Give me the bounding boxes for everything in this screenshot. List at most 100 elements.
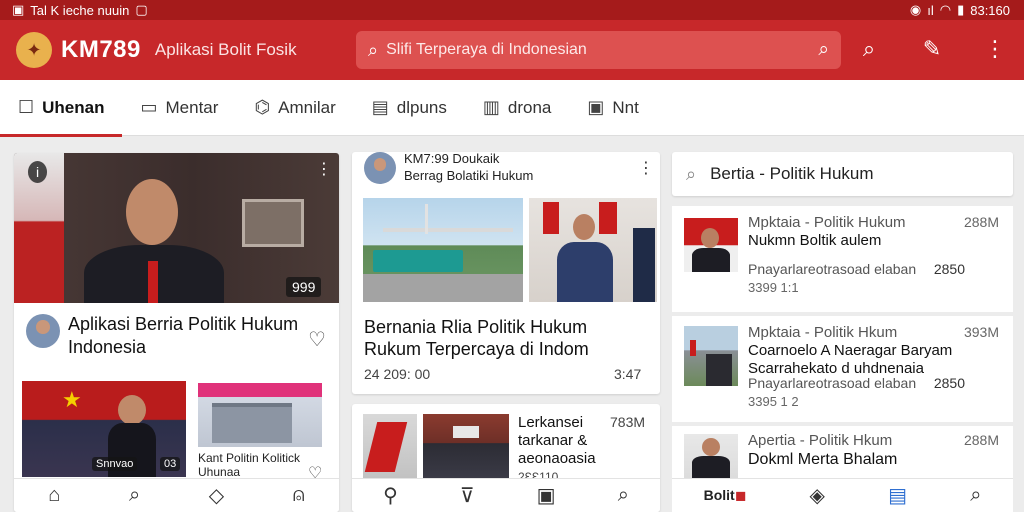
item-number: 2850 [933, 375, 965, 391]
item-category: Apertia - Politik Hkum [748, 432, 893, 449]
shield-icon[interactable]: ◈ [810, 483, 825, 508]
item-category: Mpktaia - Politik Hukum [748, 214, 906, 231]
more-vertical-icon[interactable]: ⋮ [316, 159, 332, 179]
flag-star-icon: ★ [62, 387, 82, 412]
status-left-text: Tal K ieche nuuin [30, 2, 130, 18]
tab-drona[interactable]: ▥ drona [465, 80, 570, 136]
bridge-image [363, 198, 523, 302]
tab-label: Mentar [165, 97, 219, 117]
featured-news-card[interactable]: i ⋮ 999 Aplikasi Berria Politik Hukum In… [14, 153, 339, 512]
signal-icon: ıl [927, 2, 934, 18]
home-icon[interactable]: ⌂ [48, 484, 60, 507]
app-header: ✦ KM789 Aplikasi Bolit Fosik ⌕ ⌕ ⌕ ✎ ⋮ [0, 20, 1024, 80]
tab-uhenan[interactable]: ☐ Uhenan [0, 80, 123, 137]
clipboard-icon: ▤ [371, 97, 389, 117]
more-vertical-icon[interactable]: ⋮ [981, 36, 1009, 62]
event-badge: 03 [160, 457, 181, 471]
tab-label: Amnilar [278, 97, 336, 117]
event-image: ★ Snnvao 03 [22, 381, 186, 477]
tab-label: drona [507, 97, 552, 117]
tab-dlpuns[interactable]: ▤ dlpuns [354, 80, 465, 136]
tab-mentar[interactable]: ▭ Mentar [122, 80, 236, 136]
brand-tagline: Aplikasi Bolit Fosik [154, 40, 297, 59]
bolit-label: Bolit [703, 487, 735, 503]
microphone-icon[interactable]: ✎ [918, 36, 946, 62]
search-input[interactable] [386, 41, 819, 59]
list-item[interactable]: Mpktaia - Politik Hkum 393M Coarnoelo A … [672, 316, 1013, 422]
search-icon: ⌕ [686, 163, 697, 184]
more-vertical-icon[interactable]: ⋮ [638, 158, 654, 178]
news-card-infrastructure[interactable]: KM7:99 Doukaik Berrag Bolatiki Hukum ⋮ B… [352, 152, 660, 394]
item-category: Mpktaia - Politik Hkum [748, 324, 898, 341]
event-title[interactable]: Lerkansei tarkanar & aeonaoasia [518, 414, 596, 468]
wall-plaque-image [242, 199, 304, 247]
bottom-nav-right: Bolit◼ ◈ ▤ ⌕ [672, 478, 1013, 512]
tab-label: Uhenan [42, 97, 105, 117]
status-bar: ▣ Tal K ieche nuuin ▢ ◉ ıl ◠ ▮ 83:160 [0, 0, 1024, 20]
list-item[interactable]: Mpktaia - Politik Hukum 288M Nukmn Bolti… [672, 206, 1013, 312]
status-time: 83:160 [970, 2, 1010, 18]
item-subtitle: Pnayarlareotrasoad elaban [748, 375, 917, 391]
edit-icon: ☐ [18, 97, 35, 117]
featured-title[interactable]: Aplikasi Berria Politik Hukum Indonesia [68, 313, 308, 359]
tab-amnilar[interactable]: ⌬ Amnilar [236, 80, 353, 136]
filter-icon[interactable]: ⊽ [460, 483, 475, 508]
list-item[interactable]: Apertia - Politik Hkum 288M Dokml Merta … [672, 426, 1013, 512]
speaker-head-image [118, 395, 146, 425]
brand-name: KM789 [61, 36, 141, 63]
news-thumbnail [684, 218, 738, 272]
search-icon: ⌕ [368, 39, 379, 60]
item-title: Coarnoelo A Naeragar Baryam Scarrahekato… [748, 342, 988, 378]
author-avatar[interactable] [26, 314, 60, 348]
item-title-line: Coarnoelo A Naeragar Baryam [748, 342, 953, 359]
document-icon: ▥ [482, 97, 500, 117]
item-count: 3395 1 2 [748, 394, 799, 409]
news-title[interactable]: Bernania Rlia Politik Hukum Rukum Terper… [364, 316, 654, 360]
search-bar[interactable]: ⌕ ⌕ [356, 31, 841, 69]
news-count: 3:47 [614, 366, 642, 382]
search-icon[interactable]: ⌕ [970, 484, 981, 507]
like-icon[interactable]: ♡ [308, 327, 326, 352]
bolit-logo[interactable]: Bolit◼ [704, 487, 747, 504]
right-search-bar[interactable]: ⌕ Bertia - Politik Hukum [672, 152, 1013, 196]
item-time: 393M [963, 324, 999, 340]
author-name: KM7:99 Doukaik [404, 152, 500, 166]
tag-icon: ⌬ [254, 97, 271, 117]
news-card-event[interactable]: Lerkansei tarkanar & aeonaoasia 783M 2ƐƐ… [352, 404, 660, 512]
profile-icon[interactable]: ⍝ [293, 484, 305, 507]
search-icon[interactable]: ⌕ [855, 36, 883, 62]
news-title-line: Rukum Terpercaya di Indom [364, 339, 589, 359]
author-avatar[interactable] [364, 152, 396, 184]
item-number: 2850 [933, 261, 965, 277]
tab-label: dlpuns [396, 97, 447, 117]
building-image [198, 383, 322, 447]
item-title: Dokml Merta Bhalam [748, 451, 898, 468]
right-search-query[interactable]: Bertia - Politik Hukum [710, 164, 873, 184]
image-icon: ▢ [135, 2, 148, 17]
box-icon: ▣ [587, 97, 605, 117]
tab-nnt[interactable]: ▣ Nnt [569, 80, 656, 136]
author-subtitle: Berrag Bolatiki Hukum [404, 168, 534, 183]
news-thumbnail [684, 326, 738, 386]
featured-title-line: Aplikasi Berria Politik Hukum [68, 314, 299, 334]
event-time: 783M [610, 414, 646, 430]
event-title-line: Lerkansei [518, 414, 584, 431]
building-caption[interactable]: Kant Politin Kolitick Uhunaa [198, 451, 300, 479]
bookmark-icon[interactable]: ▣ [537, 483, 556, 508]
bottom-nav-left: ⌂ ⌕ ◇ ⍝ [14, 478, 339, 512]
search-icon[interactable]: ⌕ [129, 484, 140, 507]
garuda-logo-icon[interactable]: ✦ [16, 32, 52, 68]
chat-icon: ▭ [140, 97, 158, 117]
news-date: 24 209: 00 [364, 366, 431, 382]
tab-label: Nnt [612, 97, 639, 117]
battery-icon: ▮ [957, 2, 965, 17]
news-title-line: Bernania Rlia Politik Hukum [364, 317, 588, 337]
info-icon[interactable]: i [28, 161, 48, 183]
location-pin-icon[interactable]: ⚲ [383, 483, 398, 508]
shield-icon[interactable]: ◇ [209, 483, 224, 508]
document-icon[interactable]: ▤ [888, 483, 907, 508]
notification-icon: ▣ [12, 2, 25, 17]
event-caption: Snnvao [92, 457, 138, 471]
search-icon[interactable]: ⌕ [618, 484, 629, 507]
search-submit-icon[interactable]: ⌕ [818, 39, 829, 61]
